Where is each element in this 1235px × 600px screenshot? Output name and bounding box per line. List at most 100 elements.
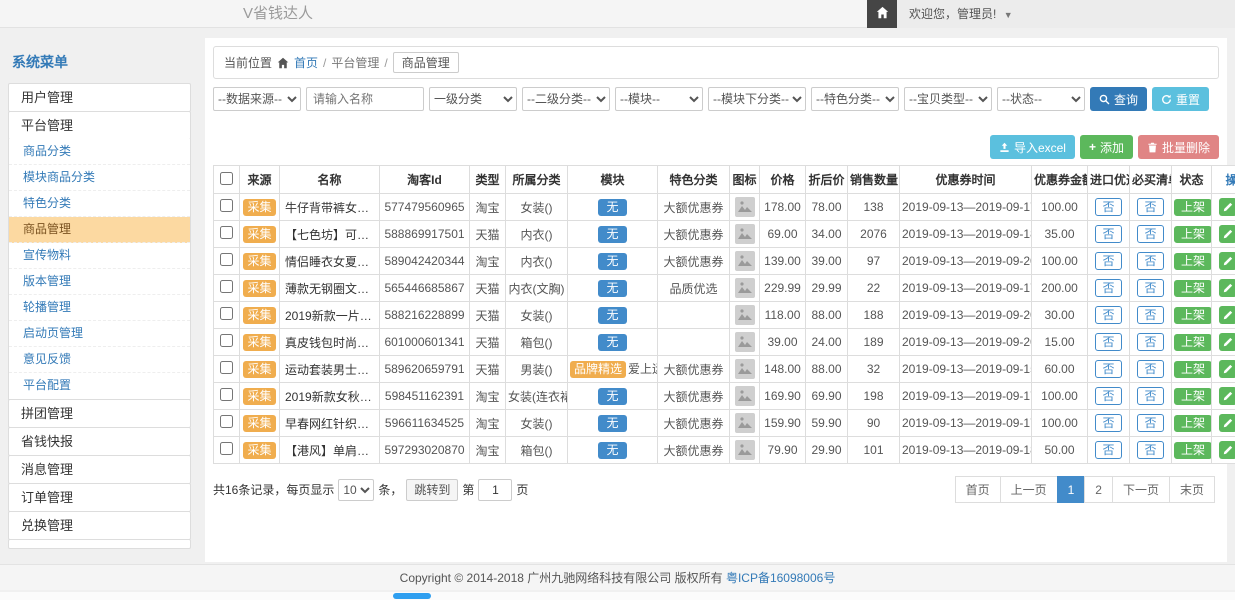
must-buy-toggle[interactable]: 否 <box>1137 387 1163 405</box>
sidebar-item[interactable]: 消息管理 <box>8 455 191 484</box>
import-toggle[interactable]: 否 <box>1095 306 1121 324</box>
import-toggle[interactable]: 否 <box>1095 333 1121 351</box>
status-button[interactable]: 上架 <box>1174 307 1212 324</box>
edit-button[interactable] <box>1219 441 1235 459</box>
horizontal-scrollbar[interactable] <box>0 592 1235 600</box>
row-checkbox[interactable] <box>220 415 233 428</box>
status-button[interactable]: 上架 <box>1174 280 1212 297</box>
sidebar-item[interactable]: 拼团管理 <box>8 399 191 428</box>
sidebar-subitem[interactable]: 轮播管理 <box>9 295 190 321</box>
welcome-menu[interactable]: 欢迎您，管理员! ▼ <box>897 0 1013 28</box>
status-button[interactable]: 上架 <box>1174 253 1212 270</box>
sidebar-item[interactable]: 兑换管理 <box>8 511 191 540</box>
edit-button[interactable] <box>1219 360 1235 378</box>
must-buy-toggle[interactable]: 否 <box>1137 225 1163 243</box>
scrollbar-thumb[interactable] <box>393 593 431 599</box>
edit-button[interactable] <box>1219 414 1235 432</box>
filter-select[interactable]: --模块-- <box>615 87 703 111</box>
edit-button[interactable] <box>1219 252 1235 270</box>
row-checkbox[interactable] <box>220 307 233 320</box>
edit-button[interactable] <box>1219 198 1235 216</box>
page-button[interactable]: 上一页 <box>1000 476 1058 503</box>
sidebar-item-partial[interactable] <box>8 539 191 549</box>
sidebar-subitem[interactable]: 启动页管理 <box>9 321 190 347</box>
filter-select[interactable]: --数据来源-- <box>213 87 301 111</box>
filter-select[interactable]: 一级分类 <box>429 87 517 111</box>
per-page-select[interactable]: 10 <box>338 479 374 501</box>
page-button[interactable]: 首页 <box>955 476 1001 503</box>
jump-button[interactable]: 跳转到 <box>406 479 458 501</box>
filter-select[interactable]: --二级分类-- <box>522 87 610 111</box>
row-checkbox[interactable] <box>220 388 233 401</box>
row-checkbox[interactable] <box>220 226 233 239</box>
sidebar-item[interactable]: 用户管理 <box>8 83 191 112</box>
status-button[interactable]: 上架 <box>1174 415 1212 432</box>
must-buy-toggle[interactable]: 否 <box>1137 360 1163 378</box>
row-checkbox[interactable] <box>220 334 233 347</box>
must-buy-toggle[interactable]: 否 <box>1137 414 1163 432</box>
sidebar-item[interactable]: 平台管理 <box>8 111 191 140</box>
edit-button[interactable] <box>1219 387 1235 405</box>
sidebar-subitem[interactable]: 商品管理 <box>9 217 190 243</box>
status-button[interactable]: 上架 <box>1174 388 1212 405</box>
import-excel-button[interactable]: 导入excel <box>990 135 1075 159</box>
row-checkbox[interactable] <box>220 442 233 455</box>
row-checkbox[interactable] <box>220 280 233 293</box>
sidebar-item[interactable]: 省钱快报 <box>8 427 191 456</box>
edit-button[interactable] <box>1219 225 1235 243</box>
status-button[interactable]: 上架 <box>1174 442 1212 459</box>
sidebar-subitem[interactable]: 特色分类 <box>9 191 190 217</box>
search-button[interactable]: 查询 <box>1090 87 1147 111</box>
must-buy-toggle[interactable]: 否 <box>1137 306 1163 324</box>
edit-button[interactable] <box>1219 333 1235 351</box>
home-button[interactable] <box>867 0 897 28</box>
breadcrumb-home-link[interactable]: 首页 <box>294 54 318 71</box>
status-button[interactable]: 上架 <box>1174 334 1212 351</box>
page-button[interactable]: 下一页 <box>1112 476 1170 503</box>
import-toggle[interactable]: 否 <box>1095 360 1121 378</box>
import-toggle[interactable]: 否 <box>1095 198 1121 216</box>
edit-button[interactable] <box>1219 306 1235 324</box>
filter-select[interactable]: --特色分类-- <box>811 87 899 111</box>
sidebar-item[interactable]: 订单管理 <box>8 483 191 512</box>
must-buy-toggle[interactable]: 否 <box>1137 198 1163 216</box>
sidebar-subitem[interactable]: 模块商品分类 <box>9 165 190 191</box>
jump-page-input[interactable] <box>478 479 512 501</box>
filter-select[interactable]: --状态-- <box>997 87 1085 111</box>
row-checkbox[interactable] <box>220 361 233 374</box>
must-buy-toggle[interactable]: 否 <box>1137 333 1163 351</box>
status-button[interactable]: 上架 <box>1174 199 1212 216</box>
import-toggle[interactable]: 否 <box>1095 414 1121 432</box>
import-toggle[interactable]: 否 <box>1095 252 1121 270</box>
plus-icon: + <box>1089 140 1096 154</box>
page-button[interactable]: 1 <box>1057 476 1086 503</box>
filter-select[interactable]: --宝贝类型-- <box>904 87 992 111</box>
row-checkbox[interactable] <box>220 199 233 212</box>
sidebar-subitem[interactable]: 商品分类 <box>9 139 190 165</box>
filter-name-input[interactable] <box>306 87 424 111</box>
batch-delete-button[interactable]: 批量删除 <box>1138 135 1219 159</box>
sidebar-subitem[interactable]: 意见反馈 <box>9 347 190 373</box>
page-button[interactable]: 2 <box>1084 476 1113 503</box>
sidebar-subitem[interactable]: 平台配置 <box>9 373 190 399</box>
reset-button[interactable]: 重置 <box>1152 87 1209 111</box>
add-button[interactable]: + 添加 <box>1080 135 1133 159</box>
must-buy-toggle[interactable]: 否 <box>1137 252 1163 270</box>
must-buy-toggle[interactable]: 否 <box>1137 441 1163 459</box>
import-toggle[interactable]: 否 <box>1095 441 1121 459</box>
import-toggle[interactable]: 否 <box>1095 225 1121 243</box>
select-all-checkbox[interactable] <box>220 172 233 185</box>
sidebar-subitem[interactable]: 版本管理 <box>9 269 190 295</box>
sidebar-subitem[interactable]: 宣传物料 <box>9 243 190 269</box>
status-button[interactable]: 上架 <box>1174 226 1212 243</box>
icp-link[interactable]: 粤ICP备16098006号 <box>726 571 835 585</box>
page-button[interactable]: 末页 <box>1169 476 1215 503</box>
import-toggle[interactable]: 否 <box>1095 387 1121 405</box>
status-button[interactable]: 上架 <box>1174 361 1212 378</box>
row-checkbox[interactable] <box>220 253 233 266</box>
edit-button[interactable] <box>1219 279 1235 297</box>
filter-select[interactable]: --模块下分类-- <box>708 87 806 111</box>
product-name: 真皮钱包时尚优雅女士... <box>285 336 380 350</box>
import-toggle[interactable]: 否 <box>1095 279 1121 297</box>
must-buy-toggle[interactable]: 否 <box>1137 279 1163 297</box>
